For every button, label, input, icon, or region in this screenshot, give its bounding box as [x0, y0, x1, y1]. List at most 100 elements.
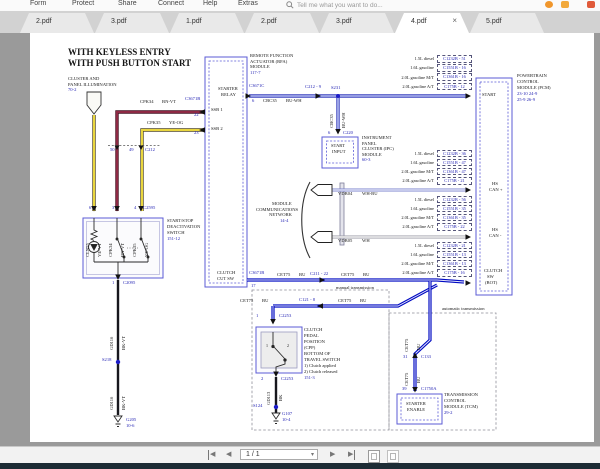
- diagram-label: YE-VT: [96, 243, 102, 257]
- connector-pin-box: C175B - 22: [437, 223, 472, 231]
- single-page-view-icon[interactable]: [368, 450, 380, 463]
- diagram-label: C133: [421, 354, 431, 359]
- diagram-label: CET75: [341, 271, 355, 277]
- diagram-label: 2: [261, 376, 264, 381]
- diagram-label: C2095: [123, 280, 136, 285]
- diagram-label: C3671C: [249, 83, 265, 88]
- diagram-label: 17: [251, 283, 256, 288]
- diagram-title-line2: WITH PUSH BUTTON START: [68, 58, 192, 68]
- diagram-label: 2: [287, 343, 289, 348]
- diagram-label: C220: [343, 129, 353, 135]
- diagram-label: 60-3: [362, 157, 371, 162]
- diagram-label: 151-3: [304, 375, 315, 380]
- diagram-label: 6: [89, 205, 92, 210]
- network-symbols: [301, 181, 333, 259]
- engine-variant-label: 2.0L gasoline A/T: [402, 224, 434, 230]
- diagram-label: 3: [112, 205, 115, 210]
- diagram-label: CLN55: [84, 243, 90, 257]
- diagram-label: 49: [129, 147, 134, 152]
- diagram-label: CET75: [403, 338, 409, 352]
- diagram-label: CPK34: [140, 99, 154, 104]
- page-indicator: 1 / 1: [246, 451, 260, 458]
- diagram-label: CBC35: [263, 98, 277, 103]
- diagram-label: C2595: [143, 205, 156, 210]
- diagram-label: S218: [102, 357, 112, 362]
- diagram-label: 70-2: [68, 87, 77, 92]
- diagram-label: SSB 1: [211, 107, 223, 112]
- chevron-down-icon: ▾: [310, 452, 314, 458]
- first-page-button[interactable]: ◀: [208, 450, 215, 460]
- diagram-label: C212 - 9: [305, 84, 322, 89]
- diagram-label: WH: [362, 238, 370, 243]
- diagram-label: START: [482, 92, 496, 97]
- diagram-label: 10-6: [126, 423, 135, 428]
- engine-variant-label: 1.6L gasoline: [410, 159, 434, 165]
- diagram-label: C212: [145, 147, 155, 152]
- wiring-diagram: .bx{fill:none;stroke:#5b5bd6;stroke-widt…: [82, 56, 513, 431]
- diagram-label: YE-OG: [169, 120, 184, 125]
- connector-pin-box: C1551B - 35: [437, 204, 472, 213]
- connector-pin-box: C1361B - 16: [437, 73, 472, 81]
- engine-variant-label: 1.5L diesel: [414, 196, 434, 202]
- ground-symbols: [113, 412, 281, 427]
- diagram-label: CET75: [240, 297, 254, 303]
- connector-pin-box: C1361B - 35: [437, 213, 472, 222]
- diagram-label: 4: [134, 205, 137, 210]
- engine-variant-label: 1.5L diesel: [414, 56, 434, 62]
- engine-variant-label: 1.5L diesel: [414, 150, 434, 156]
- engine-variant-label: 2.0L gasoline A/T: [402, 83, 434, 89]
- diagram-label: 10-4: [282, 417, 291, 422]
- diagram-label: BU: [416, 376, 421, 383]
- connector-pin-box: C175B - 21: [437, 177, 472, 185]
- previous-page-button[interactable]: ◀: [226, 450, 231, 460]
- connector-pin-box: C1361B - 13: [437, 259, 472, 268]
- diagram-label: 22: [194, 112, 199, 117]
- diagram-label: C121 - 8: [299, 296, 316, 302]
- diagram-label: C2253: [281, 376, 294, 381]
- diagram-label: BN-VT: [119, 242, 125, 257]
- connector-pin-box: C1551B - 47: [437, 158, 472, 167]
- connector-pin-box: C1232B - 36: [437, 149, 472, 157]
- diagram-label: ENABLE: [407, 407, 426, 412]
- diagram-label: YE-OG: [143, 242, 149, 257]
- diagram-label: 1: [266, 343, 268, 348]
- diagram-label: BU: [363, 271, 370, 277]
- engine-variant-label: 2.0L gasoline M/T: [401, 74, 434, 80]
- diagram-label: BU: [262, 297, 269, 303]
- continuous-page-view-icon[interactable]: [387, 450, 399, 463]
- diagram-label: C2253: [279, 312, 292, 318]
- diagram-label: SSB 2: [211, 126, 223, 131]
- diagram-label: 14-4: [280, 217, 289, 223]
- diagram-label: 6: [328, 129, 331, 135]
- diagram-label: CAN -: [489, 233, 502, 238]
- diagram-label: CUT SW: [217, 276, 235, 281]
- diagram-label: INPUT: [332, 149, 346, 154]
- diagram-label: CPK35: [131, 243, 137, 257]
- diagram-label: CET75: [403, 372, 409, 386]
- diagram-label: 1: [112, 280, 115, 285]
- engine-variant-label: 1.6L gasoline: [410, 251, 434, 257]
- diagram-label: CPK34: [107, 243, 113, 257]
- diagram-label: GD113: [265, 391, 271, 405]
- diagram-label: CBC35: [328, 114, 334, 128]
- diagram-label: BK: [277, 394, 283, 401]
- connector-pin-box: C1232B - 56: [437, 195, 472, 203]
- engine-variant-label: 1.6L gasoline: [410, 205, 434, 211]
- diagram-label: S231: [331, 85, 341, 90]
- diagram-label: C1750A: [421, 386, 437, 391]
- diagram-label: 50: [110, 147, 115, 152]
- engine-variant-label: 2.0L gasoline A/T: [402, 270, 434, 276]
- next-page-button[interactable]: ▶: [330, 450, 335, 460]
- page-number-input[interactable]: 1 / 1 ▾: [240, 449, 318, 460]
- diagram-label: GD116: [108, 396, 114, 410]
- diagram-label: BU: [299, 271, 306, 277]
- diagram-label: CET75: [338, 297, 352, 303]
- diagram-label: BN-VT: [162, 99, 177, 104]
- last-page-button[interactable]: ▶: [348, 450, 356, 460]
- illumination-symbol: [86, 91, 102, 115]
- engine-variant-label: 2.0L gasoline A/T: [402, 178, 434, 184]
- diagram-label: 6: [252, 98, 255, 103]
- diagram-title-line1: WITH KEYLESS ENTRY: [68, 47, 171, 57]
- diagram-label: BK-VT: [120, 335, 126, 350]
- diagram-label: 1: [256, 312, 259, 318]
